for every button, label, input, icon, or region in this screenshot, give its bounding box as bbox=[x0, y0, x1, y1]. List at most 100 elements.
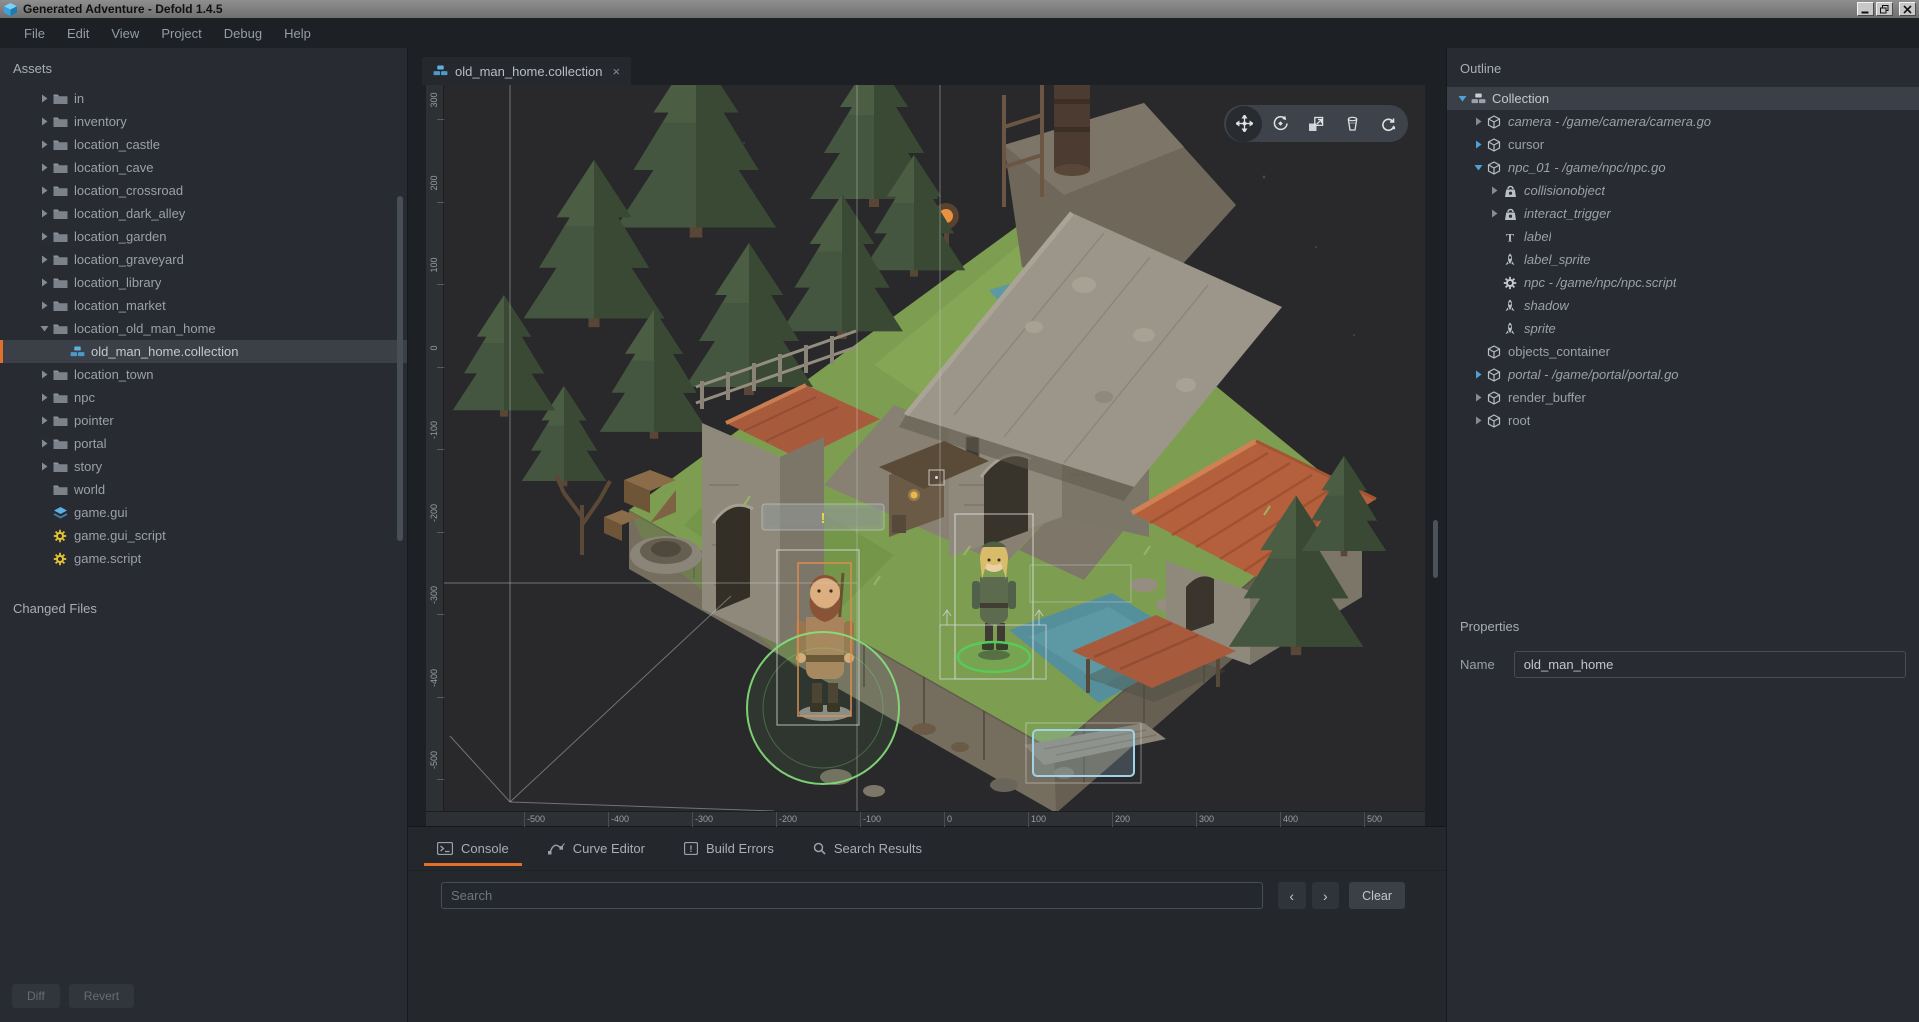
asset-inventory[interactable]: inventory bbox=[0, 110, 407, 133]
chevron-right-icon[interactable] bbox=[37, 209, 51, 218]
scale-tool-button[interactable] bbox=[1298, 106, 1334, 142]
menu-debug[interactable]: Debug bbox=[213, 21, 273, 46]
restore-button[interactable] bbox=[1876, 2, 1893, 16]
chevron-right-icon[interactable] bbox=[37, 370, 51, 379]
clear-button[interactable]: Clear bbox=[1349, 882, 1405, 909]
tree-item-label: shadow bbox=[1524, 298, 1569, 313]
move-tool-button[interactable] bbox=[1226, 106, 1262, 142]
outline-shadow[interactable]: shadow bbox=[1447, 294, 1919, 317]
asset-old_man_home.collection[interactable]: old_man_home.collection bbox=[0, 340, 407, 363]
outline-label[interactable]: Tlabel bbox=[1447, 225, 1919, 248]
rotate-tool-button[interactable] bbox=[1262, 106, 1298, 142]
asset-location_library[interactable]: location_library bbox=[0, 271, 407, 294]
chevron-right-icon[interactable] bbox=[1471, 416, 1485, 425]
chevron-right-icon[interactable] bbox=[37, 255, 51, 264]
chevron-right-icon[interactable] bbox=[37, 462, 51, 471]
error-icon: ! bbox=[684, 842, 698, 855]
chevron-right-icon[interactable] bbox=[1471, 117, 1485, 126]
menu-project[interactable]: Project bbox=[150, 21, 212, 46]
outline-npc[interactable]: npc - /game/npc/npc.script bbox=[1447, 271, 1919, 294]
chevron-right-icon[interactable] bbox=[37, 393, 51, 402]
asset-location_crossroad[interactable]: location_crossroad bbox=[0, 179, 407, 202]
ruler-y-label: -500 bbox=[429, 744, 439, 776]
frustum-tool-button[interactable] bbox=[1334, 106, 1370, 142]
asset-portal[interactable]: portal bbox=[0, 432, 407, 455]
close-button[interactable] bbox=[1899, 2, 1916, 16]
chevron-right-icon[interactable] bbox=[37, 232, 51, 241]
outline-npc_01[interactable]: npc_01 - /game/npc/npc.go bbox=[1447, 156, 1919, 179]
chevron-right-icon[interactable] bbox=[1471, 140, 1485, 149]
chevron-right-icon[interactable] bbox=[1471, 393, 1485, 402]
outline-root[interactable]: root bbox=[1447, 409, 1919, 432]
asset-location_town[interactable]: location_town bbox=[0, 363, 407, 386]
chevron-right-icon[interactable] bbox=[37, 439, 51, 448]
asset-location_market[interactable]: location_market bbox=[0, 294, 407, 317]
scene-canvas[interactable]: ! bbox=[444, 85, 1425, 811]
prev-result-button[interactable]: ‹ bbox=[1278, 882, 1306, 909]
asset-npc[interactable]: npc bbox=[0, 386, 407, 409]
menu-file[interactable]: File bbox=[13, 21, 56, 46]
outline-interact_trigger[interactable]: interact_trigger bbox=[1447, 202, 1919, 225]
next-result-button[interactable]: › bbox=[1312, 882, 1340, 909]
outline-camera[interactable]: camera - /game/camera/camera.go bbox=[1447, 110, 1919, 133]
asset-location_graveyard[interactable]: location_graveyard bbox=[0, 248, 407, 271]
outline-render_buffer[interactable]: render_buffer bbox=[1447, 386, 1919, 409]
outline-portal[interactable]: portal - /game/portal/portal.go bbox=[1447, 363, 1919, 386]
chevron-right-icon[interactable] bbox=[37, 301, 51, 310]
close-icon[interactable]: × bbox=[612, 64, 620, 79]
tab-console[interactable]: Console bbox=[424, 827, 522, 870]
outline-sprite[interactable]: sprite bbox=[1447, 317, 1919, 340]
tree-item-label: location_castle bbox=[74, 137, 160, 152]
asset-story[interactable]: story bbox=[0, 455, 407, 478]
ruler-tick bbox=[1112, 812, 1113, 827]
asset-in[interactable]: in bbox=[0, 87, 407, 110]
chevron-down-icon[interactable] bbox=[37, 324, 51, 333]
menu-edit[interactable]: Edit bbox=[56, 21, 100, 46]
outline-Collection[interactable]: Collection bbox=[1447, 87, 1919, 110]
asset-location_old_man_home[interactable]: location_old_man_home bbox=[0, 317, 407, 340]
diff-button[interactable]: Diff bbox=[12, 984, 60, 1008]
name-field[interactable] bbox=[1514, 651, 1906, 678]
chevron-right-icon[interactable] bbox=[1471, 370, 1485, 379]
tab-curve-editor[interactable]: Curve Editor bbox=[535, 827, 658, 870]
outline-objects_container[interactable]: objects_container bbox=[1447, 340, 1919, 363]
chevron-right-icon[interactable] bbox=[37, 140, 51, 149]
tab-label: old_man_home.collection bbox=[455, 64, 602, 79]
asset-location_garden[interactable]: location_garden bbox=[0, 225, 407, 248]
chevron-right-icon[interactable] bbox=[37, 94, 51, 103]
menu-help[interactable]: Help bbox=[273, 21, 322, 46]
assets-tree: ininventorylocation_castlelocation_cavel… bbox=[0, 87, 407, 570]
tab-old-man-home-collection[interactable]: old_man_home.collection × bbox=[422, 57, 631, 85]
asset-game.script[interactable]: game.script bbox=[0, 547, 407, 570]
tab-search-results[interactable]: Search Results bbox=[800, 827, 935, 870]
chevron-down-icon[interactable] bbox=[1471, 163, 1485, 172]
search-input[interactable] bbox=[441, 882, 1263, 909]
asset-game.gui[interactable]: game.gui bbox=[0, 501, 407, 524]
asset-location_castle[interactable]: location_castle bbox=[0, 133, 407, 156]
chevron-right-icon[interactable] bbox=[37, 117, 51, 126]
refresh-tool-button[interactable] bbox=[1370, 106, 1406, 142]
chevron-right-icon[interactable] bbox=[37, 186, 51, 195]
menu-view[interactable]: View bbox=[100, 21, 150, 46]
tab-build-errors[interactable]: !Build Errors bbox=[671, 827, 787, 870]
minimize-button[interactable] bbox=[1857, 2, 1874, 16]
asset-location_dark_alley[interactable]: location_dark_alley bbox=[0, 202, 407, 225]
chevron-right-icon[interactable] bbox=[37, 278, 51, 287]
chevron-right-icon[interactable] bbox=[1487, 186, 1501, 195]
chevron-down-icon[interactable] bbox=[1455, 94, 1469, 103]
chevron-right-icon[interactable] bbox=[1487, 209, 1501, 218]
chevron-right-icon[interactable] bbox=[37, 416, 51, 425]
outline-cursor[interactable]: cursor bbox=[1447, 133, 1919, 156]
revert-button[interactable]: Revert bbox=[69, 984, 134, 1008]
gui-icon bbox=[51, 506, 69, 519]
viewport-scrollbar[interactable] bbox=[1433, 520, 1438, 578]
outline-collisionobject[interactable]: collisionobject bbox=[1447, 179, 1919, 202]
assets-scrollbar[interactable] bbox=[397, 196, 403, 541]
label-icon: T bbox=[1501, 231, 1519, 243]
outline-label_sprite[interactable]: label_sprite bbox=[1447, 248, 1919, 271]
asset-location_cave[interactable]: location_cave bbox=[0, 156, 407, 179]
chevron-right-icon[interactable] bbox=[37, 163, 51, 172]
asset-pointer[interactable]: pointer bbox=[0, 409, 407, 432]
asset-game.gui_script[interactable]: game.gui_script bbox=[0, 524, 407, 547]
asset-world[interactable]: world bbox=[0, 478, 407, 501]
